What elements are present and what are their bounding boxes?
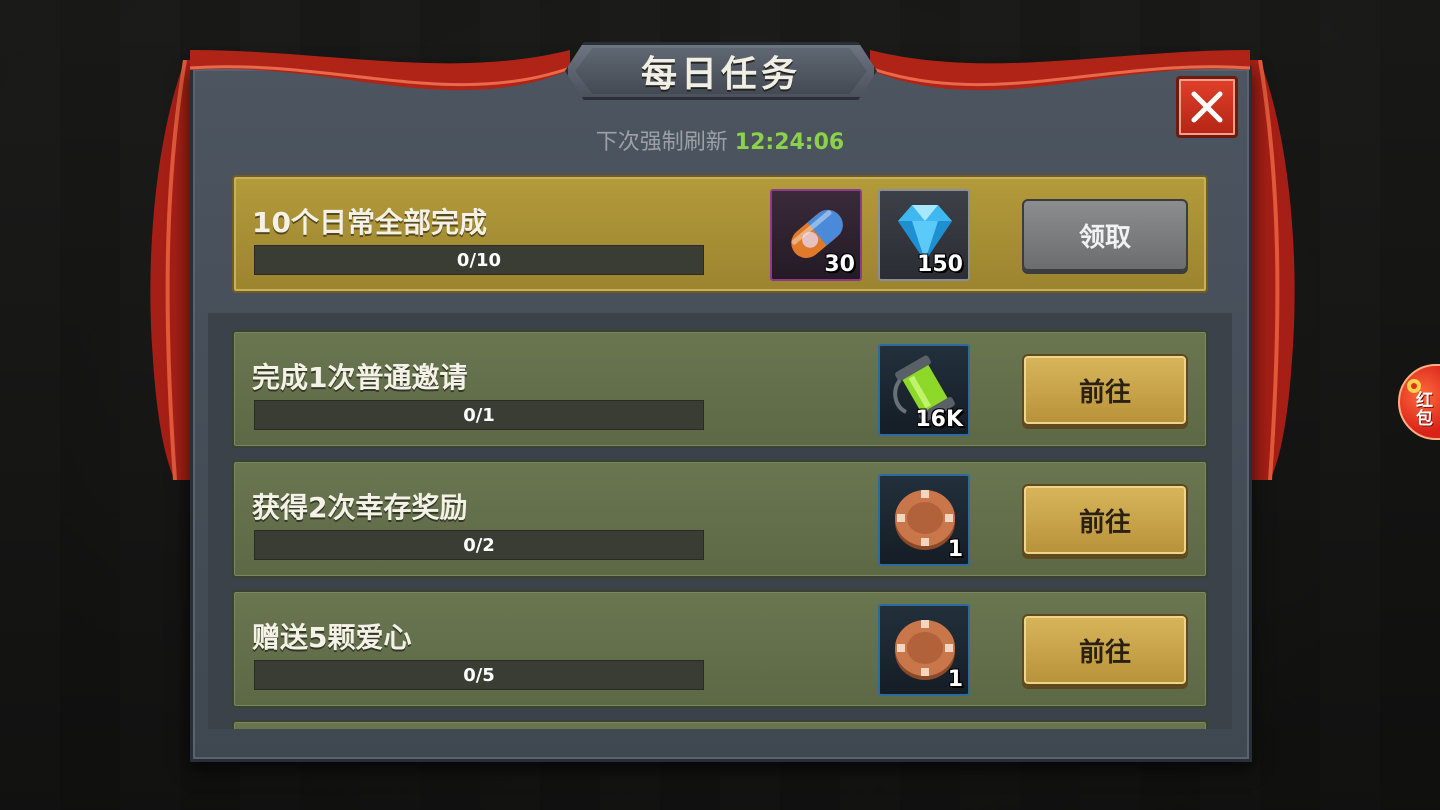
- reward-slot[interactable]: 1: [878, 604, 970, 696]
- reward-count: 16K: [915, 407, 963, 432]
- reward-count: 1: [947, 667, 963, 692]
- title-plate: 每日任务: [575, 48, 867, 94]
- red-envelope-label: 红包: [1416, 391, 1433, 429]
- reward-slot[interactable]: 30: [770, 189, 862, 281]
- reward-count: 150: [917, 252, 963, 277]
- reward-slot[interactable]: 150: [878, 189, 970, 281]
- refresh-time: 12:24:06: [734, 130, 845, 155]
- reward-count: 1: [947, 537, 963, 562]
- task-title: 完成1次普通邀请: [252, 361, 468, 394]
- progress-text: 0/1: [463, 404, 495, 426]
- task-title: 赠送5颗爱心: [252, 621, 412, 654]
- progress-text: 0/5: [463, 664, 495, 686]
- refresh-timer: 下次强制刷新 12:24:06: [0, 124, 1440, 156]
- progress-bar: 0/10: [254, 245, 704, 275]
- task-row: 完成1次普通邀请 0/1 16K 前往: [232, 330, 1208, 448]
- task-title: 获得2次幸存奖励: [252, 491, 468, 524]
- close-icon: [1191, 91, 1223, 123]
- progress-bar: 0/2: [254, 530, 704, 560]
- progress-text: 0/10: [456, 249, 502, 271]
- progress-bar: 0/5: [254, 660, 704, 690]
- summary-task-row: 10个日常全部完成 0/10 30 150 领取: [232, 175, 1208, 293]
- claim-button[interactable]: 领取: [1022, 199, 1188, 271]
- reward-slot[interactable]: 1: [878, 474, 970, 566]
- go-button[interactable]: 前往: [1022, 354, 1188, 426]
- go-button[interactable]: 前往: [1022, 484, 1188, 556]
- progress-text: 0/2: [463, 534, 495, 556]
- progress-bar: 0/1: [254, 400, 704, 430]
- refresh-label: 下次强制刷新: [595, 130, 728, 155]
- task-row: 获得2次幸存奖励 0/2 1 前往: [232, 460, 1208, 578]
- dialog-title: 每日任务: [640, 54, 801, 95]
- task-row-partial: [232, 720, 1208, 729]
- reward-count: 30: [824, 252, 855, 277]
- task-title: 10个日常全部完成: [252, 206, 487, 239]
- task-list[interactable]: 完成1次普通邀请 0/1 16K 前往 获得2次幸存奖励 0/2 1 前往 赠送…: [208, 313, 1232, 729]
- reward-slot[interactable]: 16K: [878, 344, 970, 436]
- go-button[interactable]: 前往: [1022, 614, 1188, 686]
- task-row: 赠送5颗爱心 0/5 1 前往: [232, 590, 1208, 708]
